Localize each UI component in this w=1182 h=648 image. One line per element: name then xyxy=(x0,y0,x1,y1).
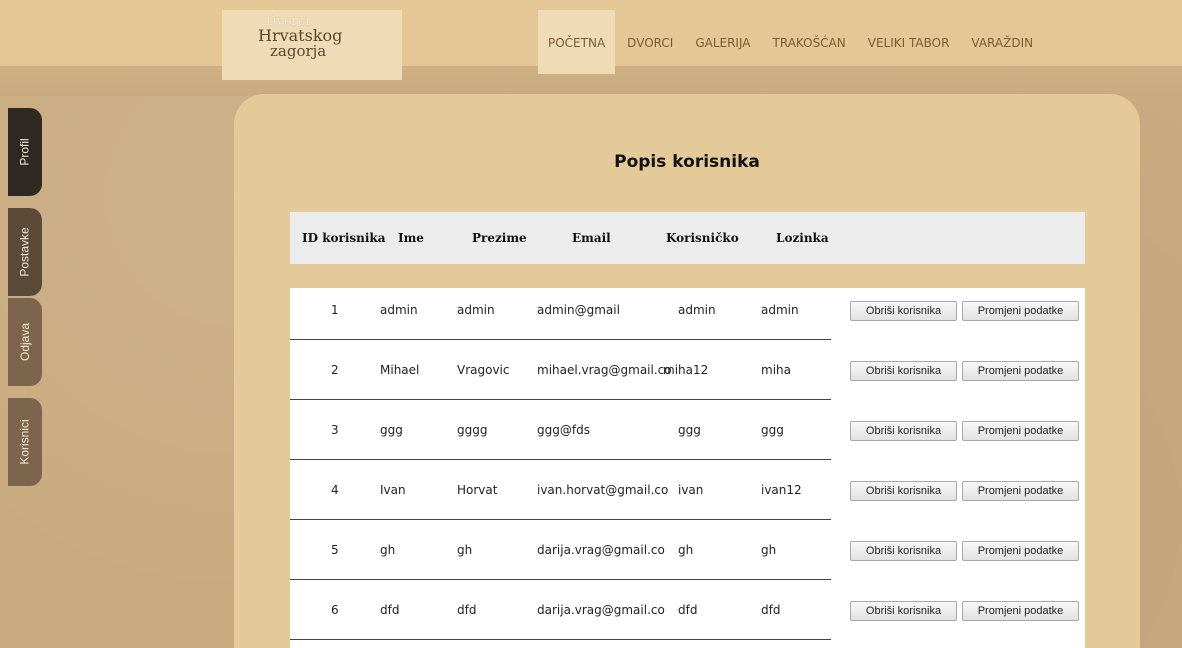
row-divider xyxy=(290,579,831,580)
cell-email: ivan.horvat@gmail.co xyxy=(537,483,669,497)
cell-id: 3 xyxy=(331,423,339,437)
cell-prezime: dfd xyxy=(457,603,477,617)
cell-lozinka: gh xyxy=(761,543,777,557)
delete-user-button[interactable]: Obriši korisnika xyxy=(850,361,957,381)
cell-korisnicko: admin xyxy=(678,303,716,317)
table-row: 6 dfd dfd darija.vrag@gmail.co dfd dfd O… xyxy=(290,588,1085,648)
cell-lozinka: dfd xyxy=(761,603,781,617)
cell-id: 4 xyxy=(331,483,339,497)
main-nav: POČETNA DVORCI GALERIJA TRAKOŠĆAN VELIKI… xyxy=(538,10,1045,74)
row-divider xyxy=(290,639,831,640)
cell-ime: Mihael xyxy=(380,363,420,377)
table-row: 2 Mihael Vragovic mihael.vrag@gmail.co m… xyxy=(290,348,1085,408)
content-panel: Popis korisnika ID korisnika Ime Prezime… xyxy=(234,94,1140,648)
edit-user-button[interactable]: Promjeni podatke xyxy=(962,421,1079,441)
row-divider xyxy=(290,399,831,400)
cell-lozinka: ggg xyxy=(761,423,784,437)
cell-ime: dfd xyxy=(380,603,400,617)
cell-email: darija.vrag@gmail.co xyxy=(537,543,665,557)
nav-pocetna[interactable]: POČETNA xyxy=(538,10,616,74)
logo-line-3: zagorja xyxy=(270,42,327,60)
table-row: 1 admin admin admin@gmail admin admin Ob… xyxy=(290,288,1085,348)
cell-ime: admin xyxy=(380,303,418,317)
cell-email: darija.vrag@gmail.co xyxy=(537,603,665,617)
cell-email: ggg@fds xyxy=(537,423,590,437)
nav-trakoscan[interactable]: TRAKOŠĆAN xyxy=(763,10,856,74)
users-table-body: 1 admin admin admin@gmail admin admin Ob… xyxy=(290,288,1085,648)
cell-korisnicko: ggg xyxy=(678,423,701,437)
col-header-korisnicko: Korisničko xyxy=(666,231,739,245)
cell-prezime: gggg xyxy=(457,423,488,437)
cell-id: 6 xyxy=(331,603,339,617)
side-tab-label: Korisnici xyxy=(18,419,33,465)
delete-user-button[interactable]: Obriši korisnika xyxy=(850,601,957,621)
cell-lozinka: miha xyxy=(761,363,791,377)
delete-user-button[interactable]: Obriši korisnika xyxy=(850,421,957,441)
table-row: 4 Ivan Horvat ivan.horvat@gmail.co ivan … xyxy=(290,468,1085,528)
row-divider xyxy=(290,459,831,460)
cell-ime: gh xyxy=(380,543,396,557)
col-header-ime: Ime xyxy=(398,231,424,245)
table-row: 5 gh gh darija.vrag@gmail.co gh gh Obriš… xyxy=(290,528,1085,588)
delete-user-button[interactable]: Obriši korisnika xyxy=(850,481,957,501)
cell-korisnicko: ivan xyxy=(678,483,704,497)
side-tab-label: Odjava xyxy=(18,322,32,362)
edit-user-button[interactable]: Promjeni podatke xyxy=(962,361,1079,381)
row-divider xyxy=(290,519,831,520)
side-tab-label: Profil xyxy=(18,138,32,166)
cell-id: 5 xyxy=(331,543,339,557)
edit-user-button[interactable]: Promjeni podatke xyxy=(962,541,1079,561)
edit-user-button[interactable]: Promjeni podatke xyxy=(962,301,1079,321)
col-header-id: ID korisnika xyxy=(302,231,386,245)
edit-user-button[interactable]: Promjeni podatke xyxy=(962,601,1079,621)
side-tab-korisnici[interactable]: Korisnici xyxy=(8,398,42,486)
table-header: ID korisnika Ime Prezime Email Korisničk… xyxy=(290,212,1085,264)
cell-ime: Ivan xyxy=(380,483,406,497)
cell-id: 2 xyxy=(331,363,339,377)
col-header-prezime: Prezime xyxy=(472,231,527,245)
cell-prezime: gh xyxy=(457,543,473,557)
row-divider xyxy=(290,339,831,340)
page-title: Popis korisnika xyxy=(614,152,760,172)
delete-user-button[interactable]: Obriši korisnika xyxy=(850,301,957,321)
cell-korisnicko: miha12 xyxy=(663,363,709,377)
table-row: 3 ggg gggg ggg@fds ggg ggg Obriši korisn… xyxy=(290,408,1085,468)
side-tab-label: Postavke xyxy=(18,227,33,277)
side-tab-odjava[interactable]: Odjava xyxy=(8,298,42,386)
cell-prezime: Horvat xyxy=(457,483,498,497)
cell-ime: ggg xyxy=(380,423,403,437)
nav-veliki-tabor[interactable]: VELIKI TABOR xyxy=(858,10,960,74)
side-tab-profil[interactable]: Profil xyxy=(8,108,42,196)
cell-prezime: admin xyxy=(457,303,495,317)
nav-varazdin[interactable]: VARAŽDIN xyxy=(961,10,1043,74)
side-tab-postavke[interactable]: Postavke xyxy=(8,208,42,296)
cell-korisnicko: dfd xyxy=(678,603,698,617)
cell-prezime: Vragovic xyxy=(457,363,510,377)
col-header-lozinka: Lozinka xyxy=(776,231,829,245)
cell-lozinka: admin xyxy=(761,303,799,317)
cell-email: mihael.vrag@gmail.co xyxy=(537,363,672,377)
site-logo[interactable]: Dvorci Hrvatskog zagorja xyxy=(222,10,402,80)
cell-lozinka: ivan12 xyxy=(761,483,802,497)
col-header-email: Email xyxy=(572,231,611,245)
cell-email: admin@gmail xyxy=(537,303,620,317)
delete-user-button[interactable]: Obriši korisnika xyxy=(850,541,957,561)
cell-id: 1 xyxy=(331,303,339,317)
nav-galerija[interactable]: GALERIJA xyxy=(685,10,760,74)
edit-user-button[interactable]: Promjeni podatke xyxy=(962,481,1079,501)
nav-dvorci[interactable]: DVORCI xyxy=(617,10,683,74)
cell-korisnicko: gh xyxy=(678,543,694,557)
